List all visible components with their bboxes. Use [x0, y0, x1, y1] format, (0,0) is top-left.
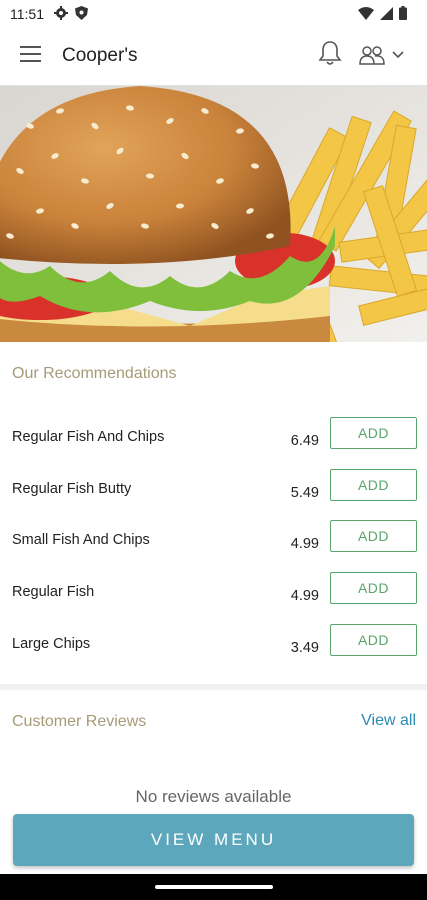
item-name: Regular Fish: [12, 584, 95, 600]
shield-icon: [75, 6, 88, 20]
section-divider: [0, 684, 427, 690]
item-price: 6.49: [290, 433, 319, 449]
wifi-icon: [358, 6, 374, 20]
page-title: Cooper's: [62, 45, 138, 66]
account-icon: [359, 46, 385, 65]
burger-and-fries-illustration: [0, 86, 427, 342]
add-button[interactable]: ADD: [330, 572, 417, 604]
account-switcher[interactable]: [358, 42, 414, 68]
notifications-button[interactable]: [318, 40, 344, 68]
status-bar: 11:51: [0, 0, 427, 28]
item-name: Regular Fish Butty: [12, 481, 132, 497]
item-price: 3.49: [290, 640, 319, 656]
menu-icon[interactable]: [20, 46, 42, 66]
recommendation-row: Large Chips 3.49 ADD: [0, 624, 427, 674]
app-bar: Cooper's: [0, 28, 427, 86]
add-button[interactable]: ADD: [330, 624, 417, 656]
item-price: 4.99: [290, 536, 319, 552]
item-name: Small Fish And Chips: [12, 532, 150, 548]
recommendation-row: Regular Fish And Chips 6.49 ADD: [0, 417, 427, 467]
item-price: 4.99: [290, 588, 319, 604]
status-time: 11:51: [10, 6, 44, 22]
item-price: 5.49: [290, 485, 319, 501]
battery-icon: [399, 6, 407, 20]
status-left-icons: [54, 6, 88, 20]
add-button[interactable]: ADD: [330, 520, 417, 552]
signal-icon: [380, 6, 393, 20]
system-nav-bar: [0, 874, 427, 900]
recommendation-row: Regular Fish 4.99 ADD: [0, 572, 427, 622]
reviews-title: Customer Reviews: [12, 713, 147, 730]
recommendation-row: Regular Fish Butty 5.49 ADD: [0, 469, 427, 519]
hero-image: [0, 86, 427, 342]
item-name: Regular Fish And Chips: [12, 429, 165, 445]
gear-icon: [54, 6, 68, 20]
recommendations-title: Our Recommendations: [12, 365, 177, 382]
add-button[interactable]: ADD: [330, 417, 417, 449]
view-all-reviews-link[interactable]: View all: [361, 712, 416, 730]
status-right-icons: [358, 6, 407, 20]
chevron-down-icon: [392, 51, 404, 59]
add-button[interactable]: ADD: [330, 469, 417, 501]
bell-icon: [318, 41, 342, 65]
recommendation-row: Small Fish And Chips 4.99 ADD: [0, 520, 427, 570]
home-gesture-handle[interactable]: [155, 885, 273, 889]
item-name: Large Chips: [12, 636, 91, 652]
view-menu-button[interactable]: VIEW MENU: [13, 814, 414, 866]
no-reviews-message: No reviews available: [135, 787, 292, 806]
